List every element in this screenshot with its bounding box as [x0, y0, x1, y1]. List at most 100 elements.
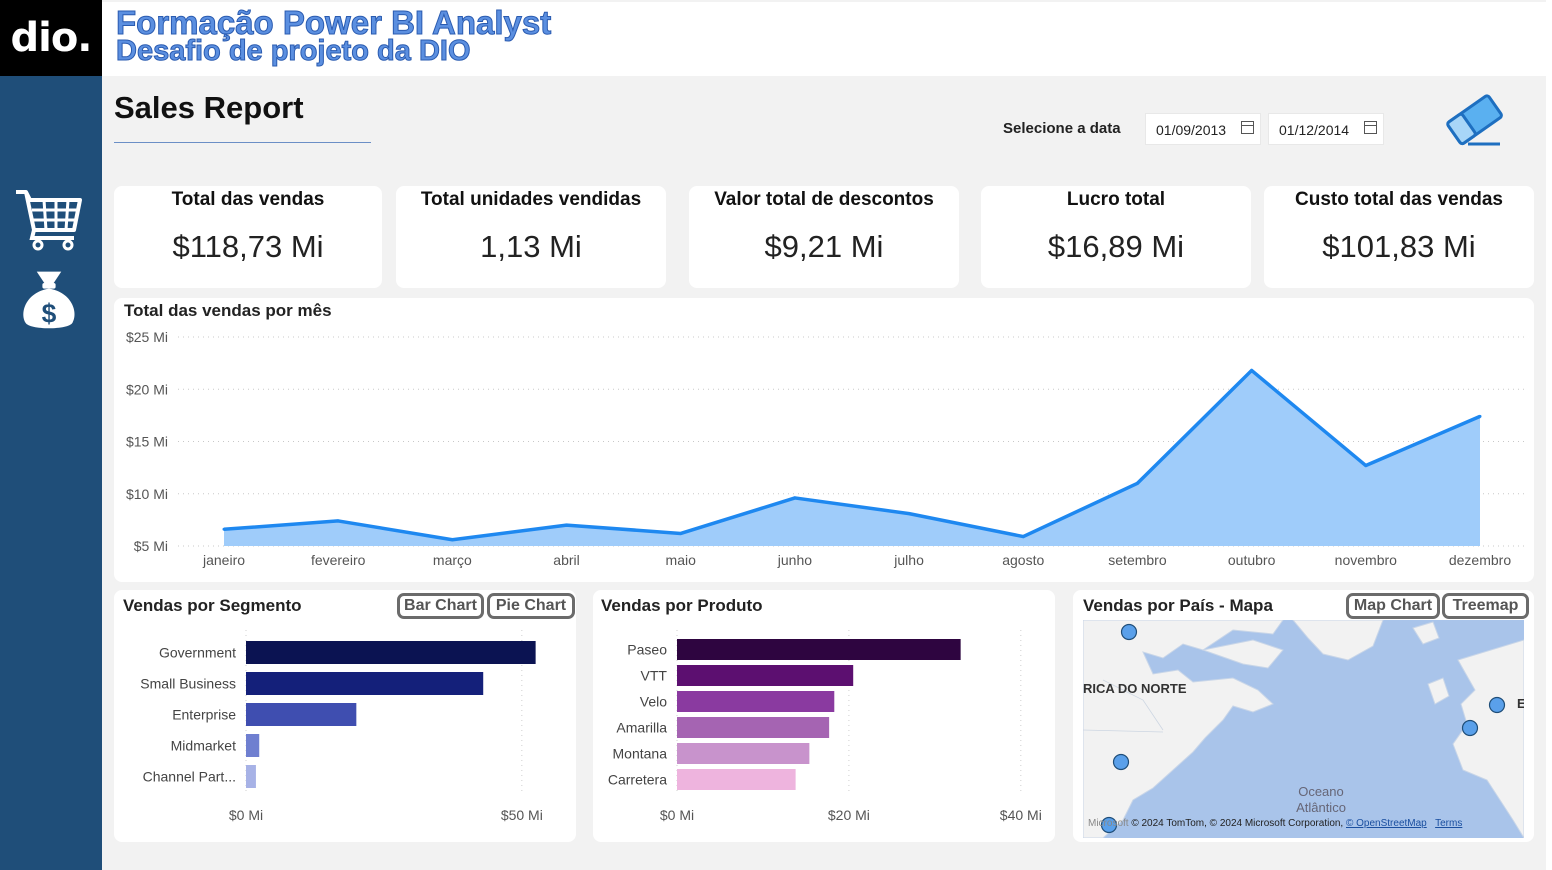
y-tick-label: $20 Mi	[126, 381, 168, 397]
x-tick-label: julho	[893, 552, 924, 568]
map-label-edge: E	[1517, 696, 1524, 711]
bar-enterprise	[246, 703, 357, 726]
data-point-outubro	[1250, 368, 1254, 372]
x-tick-label: $40 Mi	[1000, 807, 1042, 823]
terms-link[interactable]: Terms	[1435, 818, 1462, 829]
bar-midmarket	[246, 734, 260, 757]
y-tick-label: $25 Mi	[126, 329, 168, 345]
map-marker-france[interactable]	[1461, 719, 1479, 737]
data-point-setembro	[1135, 481, 1139, 485]
shopping-cart-icon[interactable]	[14, 186, 84, 252]
map-marker-germany[interactable]	[1488, 696, 1506, 714]
kpi-value: $101,83 Mi	[1322, 229, 1476, 264]
bar-vtt	[677, 665, 854, 686]
money-bag-icon[interactable]: $	[14, 266, 84, 332]
kpi-card-discounts: Valor total de descontos $9,21 Mi	[689, 186, 959, 288]
x-tick-label: abril	[553, 552, 579, 568]
calendar-icon[interactable]	[1241, 121, 1254, 134]
category-label: Enterprise	[172, 707, 236, 723]
x-tick-label: $0 Mi	[229, 807, 263, 823]
bar-small-business	[246, 672, 484, 695]
kpi-title: Custo total das vendas	[1295, 189, 1503, 210]
country-map-title: Vendas por País - Mapa	[1083, 596, 1273, 615]
title-underline	[114, 142, 371, 143]
header-subtitle: Desafio de projeto da DIO	[116, 35, 471, 68]
y-tick-label: $5 Mi	[134, 538, 168, 554]
bar-carretera	[677, 769, 796, 790]
map-brand: Microsoft	[1088, 818, 1129, 829]
x-tick-label: setembro	[1108, 552, 1167, 568]
category-label: Small Business	[140, 676, 236, 692]
y-tick-label: $15 Mi	[126, 434, 168, 450]
kpi-value: $118,73 Mi	[172, 229, 324, 264]
category-label: VTT	[641, 668, 668, 684]
sidebar	[0, 0, 102, 870]
category-label: Velo	[640, 694, 667, 710]
end-date-value: 01/12/2014	[1279, 122, 1350, 138]
data-point-junho	[793, 496, 797, 500]
data-point-agosto	[1021, 535, 1025, 539]
x-tick-label: janeiro	[202, 552, 245, 568]
dio-logo: dio.	[0, 0, 102, 76]
category-label: Government	[159, 645, 236, 661]
header-bar: Formação Power BI Analyst Desafio de pro…	[102, 2, 1546, 76]
kpi-value: 1,13 Mi	[480, 229, 582, 264]
x-tick-label: agosto	[1002, 552, 1044, 568]
y-tick-label: $10 Mi	[126, 486, 168, 502]
bar-government	[246, 641, 536, 664]
data-point-fevereiro	[336, 519, 340, 523]
bar-paseo	[677, 639, 961, 660]
area-fill	[224, 370, 1480, 546]
kpi-card-profit: Lucro total $16,89 Mi	[981, 186, 1251, 288]
date-filter-label: Selecione a data	[1003, 120, 1121, 137]
category-label: Amarilla	[616, 720, 667, 736]
category-label: Midmarket	[171, 738, 236, 754]
start-date-value: 01/09/2013	[1156, 122, 1227, 138]
map-marker-usa[interactable]	[1112, 753, 1130, 771]
bar-amarilla	[677, 717, 830, 738]
product-bar-chart[interactable]: $0 Mi $20 Mi $40 Mi Paseo VTT Velo Amarilla Mon…	[593, 590, 1055, 842]
data-point-maio	[679, 531, 683, 535]
segment-bar-chart[interactable]: $0 Mi $50 Mi Government Small Business Enter…	[114, 590, 576, 842]
start-date-field[interactable]: 01/09/2013	[1145, 113, 1261, 145]
bar-channel-part-	[246, 765, 256, 788]
map-label-north-america: RICA DO NORTE	[1083, 681, 1187, 696]
map-label-ocean: Oceano	[1298, 784, 1344, 799]
x-tick-label: novembro	[1335, 552, 1397, 568]
kpi-card-cost: Custo total das vendas $101,83 Mi	[1264, 186, 1534, 288]
right-edge	[1546, 0, 1552, 870]
data-point-novembro	[1364, 464, 1368, 468]
data-point-abril	[565, 523, 569, 527]
category-label: Channel Part...	[143, 769, 236, 785]
x-tick-label: março	[433, 552, 472, 568]
x-tick-label: outubro	[1228, 552, 1276, 568]
svg-text:$: $	[42, 299, 57, 329]
kpi-card-units-sold: Total unidades vendidas 1,13 Mi	[396, 186, 666, 288]
x-tick-label: $0 Mi	[660, 807, 694, 823]
treemap-toggle[interactable]: Treemap	[1442, 593, 1529, 619]
kpi-value: $16,89 Mi	[1047, 229, 1185, 264]
kpi-title: Total unidades vendidas	[420, 189, 642, 210]
country-map[interactable]: RICA DO NORTE Oceano Atlântico E	[1083, 620, 1524, 838]
category-label: Montana	[613, 746, 668, 762]
x-tick-label: maio	[666, 552, 697, 568]
kpi-title: Valor total de descontos	[714, 189, 934, 210]
logo-text: dio.	[10, 15, 92, 61]
x-tick-label: $50 Mi	[501, 807, 543, 823]
x-tick-label: dezembro	[1449, 552, 1511, 568]
data-point-janeiro	[222, 527, 226, 531]
category-label: Carretera	[608, 772, 667, 788]
map-attribution: Microsoft © 2024 TomTom, © 2024 Microsof…	[1088, 818, 1462, 829]
osm-link[interactable]: © OpenStreetMap	[1346, 818, 1427, 829]
map-marker-canada[interactable]	[1120, 623, 1138, 641]
map-chart-toggle[interactable]: Map Chart	[1346, 593, 1440, 619]
calendar-icon[interactable]	[1364, 121, 1377, 134]
eraser-icon[interactable]	[1440, 92, 1510, 152]
kpi-value: $9,21 Mi	[764, 229, 884, 264]
bar-velo	[677, 691, 835, 712]
x-tick-label: junho	[777, 552, 812, 568]
x-tick-label: fevereiro	[311, 552, 366, 568]
monthly-sales-chart[interactable]: $5 Mi $10 Mi $15 Mi $20 Mi $25 Mi janeiro feve…	[114, 298, 1534, 582]
end-date-field[interactable]: 01/12/2014	[1268, 113, 1384, 145]
x-tick-label: $20 Mi	[828, 807, 870, 823]
